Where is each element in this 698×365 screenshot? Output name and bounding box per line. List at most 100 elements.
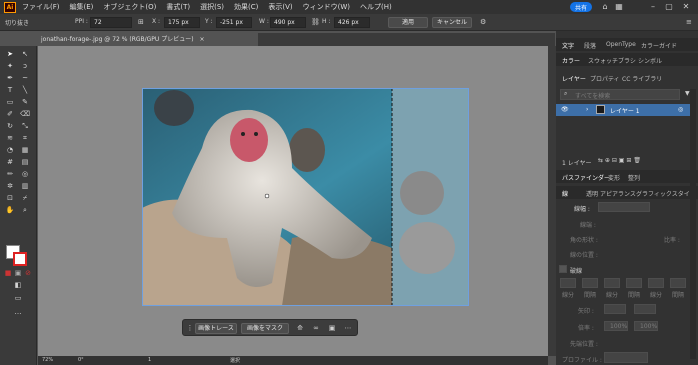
tab-graphic-styles[interactable]: グラフィックスタイル: [636, 189, 696, 198]
w-input[interactable]: 490 px: [270, 17, 306, 28]
gap-2-input[interactable]: [626, 278, 642, 288]
stroke-swatch[interactable]: [13, 252, 27, 266]
tab-close-icon[interactable]: ×: [200, 36, 205, 43]
lasso-tool-icon[interactable]: ↄ: [20, 62, 30, 71]
x-input[interactable]: 175 px: [164, 17, 200, 28]
magic-wand-tool-icon[interactable]: ✦: [5, 62, 15, 71]
dash-2-input[interactable]: [604, 278, 620, 288]
gap-1-input[interactable]: [582, 278, 598, 288]
stroke-weight-input[interactable]: [598, 202, 650, 212]
gap-3-input[interactable]: [670, 278, 686, 288]
shape-builder-tool-icon[interactable]: ◔: [5, 146, 15, 155]
draw-mode-icon[interactable]: ◧: [13, 281, 23, 290]
free-transform-tool-icon[interactable]: ⌗: [20, 134, 30, 143]
color-mode-icon[interactable]: ■: [3, 269, 13, 278]
rotate-tool-icon[interactable]: ↻: [5, 122, 15, 131]
gradient-mode-icon[interactable]: ▣: [13, 269, 23, 278]
menu-help[interactable]: ヘルプ(H): [360, 2, 392, 12]
tab-color[interactable]: カラー: [562, 56, 580, 65]
dashed-checkbox[interactable]: [559, 265, 567, 273]
perspective-grid-tool-icon[interactable]: ▦: [20, 146, 30, 155]
profile-select[interactable]: [604, 352, 648, 363]
apply-button[interactable]: 適用: [388, 17, 428, 28]
tab-transparency[interactable]: 透明: [586, 189, 598, 198]
trace-options-icon[interactable]: ⟰: [295, 324, 305, 333]
eraser-tool-icon[interactable]: ⌫: [20, 110, 30, 119]
ppi-input[interactable]: 72: [90, 17, 132, 28]
artboard-number[interactable]: 1: [148, 357, 151, 363]
layer-actions-icon[interactable]: ⇆ ⊕ ⊟ ▣ ⊞ 🗑: [598, 157, 641, 164]
blend-tool-icon[interactable]: ◎: [20, 170, 30, 179]
menu-view[interactable]: 表示(V): [268, 2, 292, 12]
rectangle-tool-icon[interactable]: ▭: [5, 98, 15, 107]
vertical-scrollbar[interactable]: [548, 46, 556, 356]
symbol-sprayer-tool-icon[interactable]: ✲: [5, 182, 15, 191]
menu-window[interactable]: ウィンドウ(W): [303, 2, 350, 12]
layer-search-input[interactable]: すべてを検索 ⌕: [560, 89, 680, 100]
pen-tool-icon[interactable]: ✒: [5, 74, 15, 83]
target-icon[interactable]: ◎: [678, 106, 683, 113]
more-options-icon[interactable]: ⋯: [343, 324, 353, 333]
tab-transform[interactable]: 変形: [608, 173, 620, 182]
tab-layers[interactable]: レイヤー: [562, 74, 586, 83]
shaper-tool-icon[interactable]: ✐: [5, 110, 15, 119]
tab-align[interactable]: 整列: [628, 173, 640, 182]
maximize-icon[interactable]: ▢: [664, 2, 674, 12]
filter-icon[interactable]: ▼: [685, 90, 690, 97]
tab-symbols[interactable]: シンボル: [638, 56, 662, 65]
arrow-start-select[interactable]: [604, 304, 626, 314]
share-button[interactable]: 共有: [570, 2, 592, 12]
link-image-icon[interactable]: ∞: [311, 324, 321, 333]
artboard-tool-icon[interactable]: ⊡: [5, 194, 15, 203]
eyedropper-tool-icon[interactable]: ✏: [5, 170, 15, 179]
menu-effect[interactable]: 効果(C): [234, 2, 258, 12]
screen-mode-icon[interactable]: ▭: [13, 294, 23, 303]
direct-selection-tool-icon[interactable]: ↖: [20, 50, 30, 59]
tab-cc-libraries[interactable]: CC ライブラリ: [622, 74, 662, 83]
h-input[interactable]: 426 px: [334, 17, 370, 28]
expand-chevron-icon[interactable]: ›: [586, 106, 588, 113]
curvature-tool-icon[interactable]: ~: [20, 74, 30, 83]
minimize-icon[interactable]: –: [648, 2, 658, 12]
gradient-tool-icon[interactable]: ▤: [20, 158, 30, 167]
tab-brushes[interactable]: ブラシ: [618, 56, 636, 65]
arrow-end-select[interactable]: [634, 304, 656, 314]
hand-tool-icon[interactable]: ✋: [5, 206, 15, 215]
width-tool-icon[interactable]: ≋: [5, 134, 15, 143]
panel-scrollbar[interactable]: [690, 89, 696, 359]
tab-color-guide[interactable]: カラーガイド: [641, 41, 677, 50]
placed-image[interactable]: [142, 88, 469, 306]
dash-1-input[interactable]: [560, 278, 576, 288]
layer-name[interactable]: レイヤー 1: [610, 106, 640, 115]
document-tab[interactable]: jonathan-forage-.jpg @ 72 % (RGB/GPU プレビ…: [38, 33, 258, 46]
tab-paragraph[interactable]: 段落: [584, 41, 596, 50]
tab-opentype[interactable]: OpenType: [606, 41, 636, 48]
line-tool-icon[interactable]: ╲: [20, 86, 30, 95]
cancel-button[interactable]: キャンセル: [432, 17, 472, 28]
slice-tool-icon[interactable]: ⌿: [20, 194, 30, 203]
options-icon[interactable]: ⚙: [480, 18, 486, 26]
rotation-angle[interactable]: 0°: [78, 357, 84, 363]
tab-properties[interactable]: プロパティ: [590, 74, 620, 83]
reference-point-icon[interactable]: ⊞: [138, 18, 144, 26]
tab-stroke[interactable]: 線: [562, 189, 568, 198]
mesh-tool-icon[interactable]: #: [5, 158, 15, 167]
visibility-icon[interactable]: 👁: [561, 106, 569, 113]
embed-icon[interactable]: ▣: [327, 324, 337, 333]
drag-handle-icon[interactable]: ⋮: [185, 324, 195, 333]
tab-appearance[interactable]: アピアランス: [600, 189, 636, 198]
arrow-scale-start[interactable]: 100%: [604, 321, 628, 331]
tab-character[interactable]: 文字: [562, 41, 574, 50]
more-tools-icon[interactable]: …: [13, 308, 23, 317]
selection-tool-icon[interactable]: ➤: [5, 50, 15, 59]
menu-file[interactable]: ファイル(F): [22, 2, 60, 12]
close-icon[interactable]: ✕: [681, 2, 691, 12]
tab-swatches[interactable]: スウォッチ: [588, 56, 618, 65]
image-trace-button[interactable]: 画像トレース: [195, 323, 237, 334]
link-icon[interactable]: ⛓: [311, 18, 320, 26]
home-icon[interactable]: ⌂: [600, 2, 610, 12]
column-graph-tool-icon[interactable]: ▥: [20, 182, 30, 191]
tab-pathfinder[interactable]: パスファインダー: [562, 173, 610, 182]
none-mode-icon[interactable]: ⊘: [23, 269, 33, 278]
y-input[interactable]: -251 px: [216, 17, 252, 28]
